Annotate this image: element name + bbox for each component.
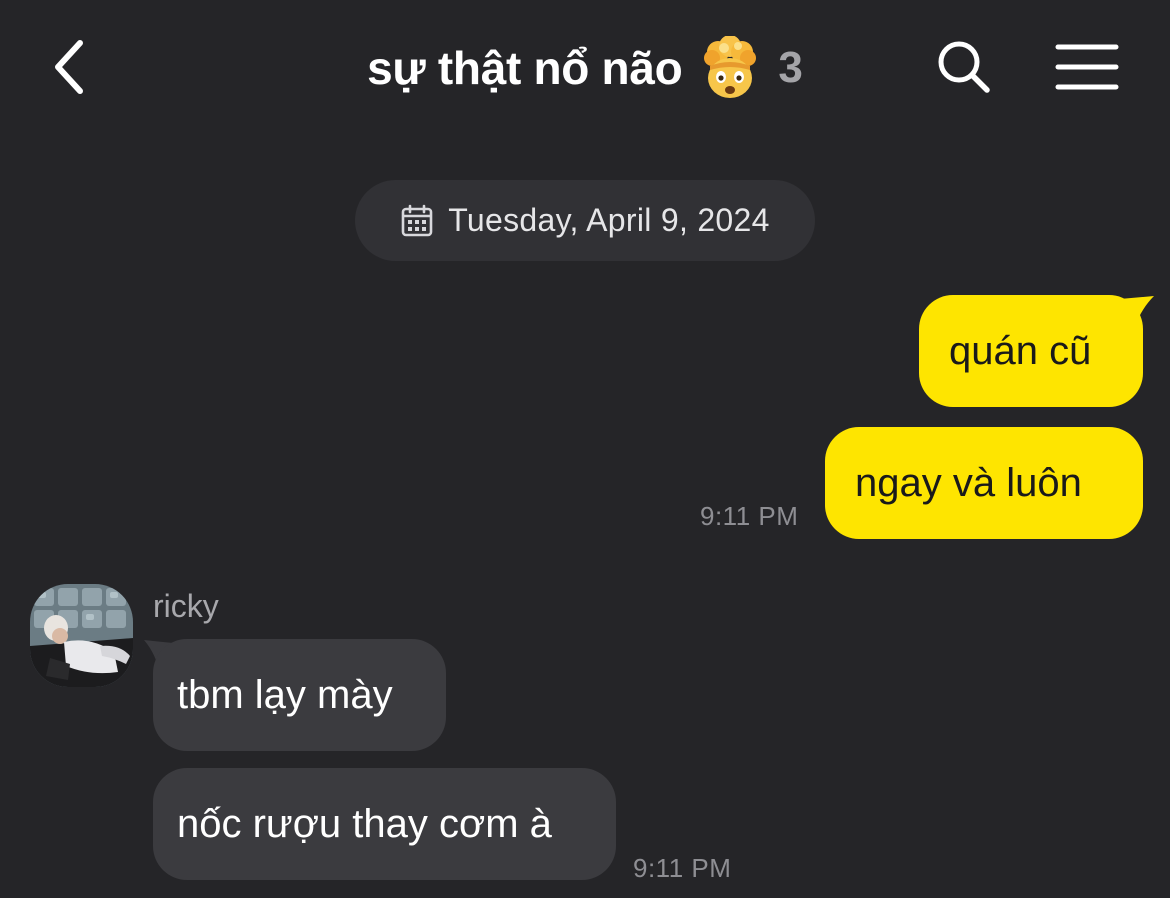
message-text: tbm lạy mày bbox=[177, 672, 393, 717]
date-separator-text: Tuesday, April 9, 2024 bbox=[448, 202, 770, 238]
chat-title[interactable]: sự thật nổ não bbox=[367, 41, 683, 95]
chat-screen: sự thật nổ não 3 Tuesday, April 9, 2024 … bbox=[0, 0, 1170, 898]
message-timestamp: 9:11 PM bbox=[700, 501, 799, 531]
outgoing-message-bubble[interactable]: quán cũ bbox=[919, 295, 1143, 407]
incoming-message-bubble[interactable]: nốc rượu thay cơm à bbox=[153, 768, 616, 880]
exploding-head-emoji-icon bbox=[698, 36, 762, 100]
search-button[interactable] bbox=[930, 34, 998, 100]
member-count: 3 bbox=[778, 43, 803, 92]
calendar-icon bbox=[401, 204, 433, 236]
date-separator: Tuesday, April 9, 2024 bbox=[355, 180, 815, 261]
sender-name: ricky bbox=[153, 588, 219, 624]
avatar[interactable] bbox=[30, 584, 133, 687]
chevron-left-icon bbox=[55, 40, 83, 94]
message-text: nốc rượu thay cơm à bbox=[177, 801, 552, 846]
message-text: ngay và luôn bbox=[855, 460, 1082, 505]
hamburger-menu-icon bbox=[1055, 44, 1119, 90]
avatar-photo bbox=[30, 584, 133, 687]
search-icon bbox=[938, 41, 990, 93]
incoming-message-bubble[interactable]: tbm lạy mày bbox=[153, 639, 446, 751]
message-timestamp: 9:11 PM bbox=[633, 853, 732, 883]
message-text: quán cũ bbox=[949, 328, 1092, 373]
back-button[interactable] bbox=[40, 34, 96, 100]
menu-button[interactable] bbox=[1050, 34, 1124, 100]
outgoing-message-bubble[interactable]: ngay và luôn bbox=[825, 427, 1143, 539]
